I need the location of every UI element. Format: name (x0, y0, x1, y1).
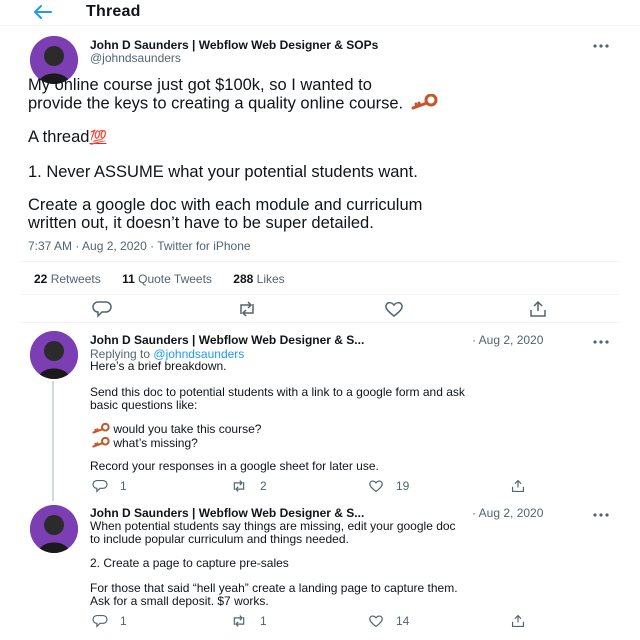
thread-connector (52, 381, 54, 501)
tweet-line-4: 1. Never ASSUME what your potential stud… (28, 163, 418, 181)
reply-button[interactable] (92, 300, 112, 318)
top-bar: Thread (0, 0, 640, 26)
reply-button[interactable]: 1 (92, 614, 127, 628)
tweet-line-6: written out, it doesn’t have to be super… (28, 214, 374, 232)
likes-count: 288 (233, 272, 254, 286)
quotes-label: Quote Tweets (138, 272, 212, 286)
tweet-line-3-wrap: A thread💯 (28, 128, 618, 146)
retweet-icon (233, 480, 245, 492)
reply-line: Ask for a small deposit. $7 works. (90, 594, 269, 608)
divider (20, 261, 620, 262)
reply-text: 2. Create a page to capture pre-sales (90, 557, 620, 570)
likes-stat[interactable]: 288 Likes (233, 272, 284, 286)
like-button[interactable]: 14 (368, 614, 409, 628)
bullet-text: what’s missing? (113, 436, 198, 451)
reply-date[interactable]: · Aug 2, 2020 (472, 506, 543, 520)
retweet-button[interactable] (236, 300, 258, 318)
tweet-time[interactable]: 7:37 AM · Aug 2, 2020 · (28, 239, 157, 253)
retweet-count: 1 (260, 614, 267, 628)
author-name[interactable]: John D Saunders | Webflow Web Designer &… (90, 333, 364, 347)
reply-icon (92, 614, 108, 628)
reply-line: Here’s a brief breakdown. (90, 359, 227, 373)
divider (20, 322, 620, 323)
reply-line: 2. Create a page to capture pre-sales (90, 556, 289, 570)
reply-button[interactable]: 1 (92, 479, 127, 493)
reply-date[interactable]: · Aug 2, 2020 (472, 333, 543, 347)
author-handle[interactable]: @johndsaunders (90, 51, 181, 65)
retweet-button[interactable]: 2 (230, 479, 267, 493)
like-button[interactable] (384, 300, 404, 318)
reply-text: Record your responses in a google sheet … (90, 460, 620, 473)
share-button[interactable] (528, 300, 548, 318)
retweets-count: 22 (34, 272, 48, 286)
bullet-text: would you take this course? (113, 422, 262, 437)
reply-count: 1 (120, 479, 127, 493)
reply-line: Record your responses in a google sheet … (90, 459, 379, 473)
retweets-stat[interactable]: 22 Retweets (34, 272, 101, 286)
reply-bullets: would you take this course? what’s missi… (90, 423, 620, 451)
retweet-icon (233, 615, 245, 627)
tweet-line-2-wrap: provide the keys to creating a quality o… (28, 93, 618, 114)
reply-icon (92, 479, 108, 493)
heart-icon (385, 301, 403, 317)
tweet-line-2: provide the keys to creating a quality o… (28, 94, 404, 113)
reply-line: to include popular curriculum and things… (90, 532, 349, 546)
share-button[interactable] (510, 479, 526, 493)
reply-icon (92, 301, 112, 318)
tweet-line-5: Create a google doc with each module and… (28, 196, 423, 214)
avatar[interactable] (30, 505, 78, 553)
page-title: Thread (86, 3, 141, 20)
heart-icon (369, 480, 383, 493)
more-options-icon[interactable] (592, 507, 610, 517)
reply-text: For those that said “hell yeah” create a… (90, 582, 620, 608)
reply-text: Send this doc to potential students with… (90, 386, 620, 412)
share-button[interactable] (510, 614, 526, 628)
hundred-points-emoji: 💯 (89, 129, 107, 145)
retweet-count: 2 (260, 479, 267, 493)
more-options-icon[interactable] (592, 334, 610, 344)
tweet-line-4-wrap: 1. Never ASSUME what your potential stud… (28, 163, 618, 181)
retweets-label: Retweets (50, 272, 101, 286)
reply-text: Here’s a brief breakdown. (90, 360, 620, 373)
tweet-stats: 22 Retweets 11 Quote Tweets 288 Likes (34, 272, 303, 286)
bullet-item: would you take this course? (90, 423, 620, 437)
share-icon (530, 300, 546, 317)
divider (20, 294, 620, 295)
share-icon (511, 479, 525, 493)
like-count: 19 (396, 479, 410, 493)
heart-icon (369, 615, 383, 628)
tweet-text: My online course just got $100k, so I wa… (28, 76, 618, 114)
quotes-count: 11 (122, 272, 135, 286)
tweet-line-1: My online course just got $100k, so I wa… (28, 76, 372, 94)
tweet-line-3: A thread (28, 128, 90, 146)
key-icon (90, 422, 110, 437)
tweet-paragraph-3: Create a google doc with each module and… (28, 196, 618, 232)
share-icon (511, 614, 525, 628)
reply-count: 1 (120, 614, 127, 628)
author-name[interactable]: John D Saunders | Webflow Web Designer &… (90, 38, 378, 52)
more-options-icon[interactable] (592, 38, 610, 48)
retweet-button[interactable]: 1 (230, 614, 267, 628)
arrow-left-icon[interactable] (32, 2, 54, 22)
bullet-item: what’s missing? (90, 437, 620, 451)
author-name[interactable]: John D Saunders | Webflow Web Designer &… (90, 506, 364, 520)
quote-tweets-stat[interactable]: 11 Quote Tweets (122, 272, 212, 286)
retweet-icon (240, 301, 254, 317)
likes-label: Likes (256, 272, 285, 286)
reply-line: basic questions like: (90, 398, 198, 412)
avatar[interactable] (30, 331, 78, 379)
like-count: 14 (396, 614, 410, 628)
tweet-meta: 7:37 AM · Aug 2, 2020 · Twitter for iPho… (28, 239, 251, 253)
reply-text: When potential students say things are m… (90, 520, 620, 546)
key-icon (90, 436, 110, 451)
key-icon (408, 93, 438, 114)
like-button[interactable]: 19 (368, 479, 409, 493)
tweet-source[interactable]: Twitter for iPhone (157, 239, 250, 253)
